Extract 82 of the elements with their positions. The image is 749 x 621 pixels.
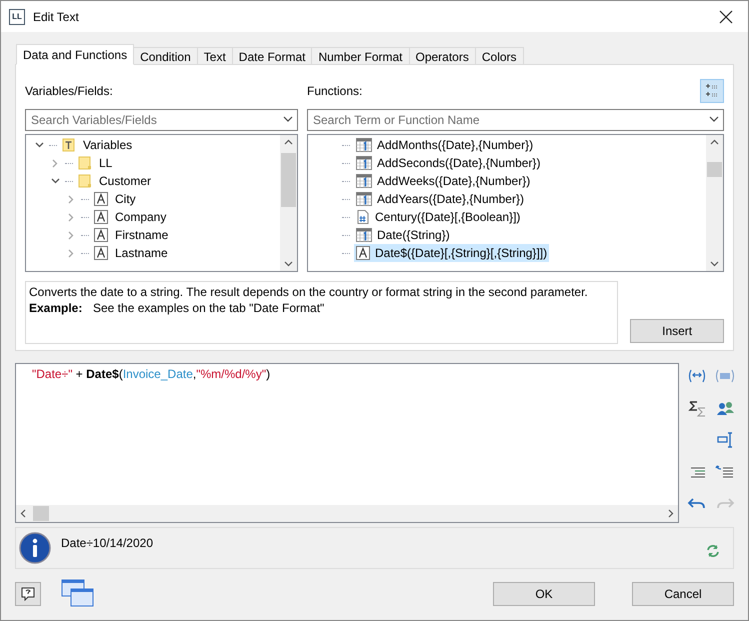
function-item[interactable]: Century({Date}[,{Boolean}]) [354, 208, 522, 226]
text-type-icon [94, 228, 108, 242]
expression-token: "%m/%d/%y" [196, 367, 266, 381]
window-title: Edit Text [33, 8, 80, 26]
scroll-thumb[interactable] [281, 153, 296, 207]
horizontal-scrollbar[interactable] [16, 505, 678, 522]
tree-item[interactable]: City [113, 190, 138, 208]
dropdown-caret-icon[interactable] [283, 116, 293, 122]
expression-token: + [74, 367, 84, 381]
text-type-icon [356, 246, 370, 260]
function-item[interactable]: AddYears({Date},{Number}) [354, 190, 526, 208]
text-type-icon [94, 246, 108, 260]
tab[interactable]: Data and Functions [16, 44, 134, 65]
example-text: See the examples on the tab "Date Format" [93, 300, 324, 316]
calendar-icon [356, 228, 372, 242]
vertical-scrollbar[interactable] [706, 135, 723, 271]
dialog-button[interactable]: Cancel [632, 582, 734, 606]
variables-label: Variables/Fields: [25, 83, 113, 100]
windows-icon[interactable] [61, 579, 95, 609]
text-cursor-icon[interactable] [714, 431, 735, 449]
function-item[interactable]: AddSeconds({Date},{Number}) [354, 154, 542, 172]
scroll-thumb[interactable] [707, 162, 722, 177]
search-field[interactable]: Search Variables/Fields [25, 109, 298, 131]
scroll-up-icon[interactable] [710, 139, 719, 145]
expression-token: ( [118, 367, 123, 381]
number-document-icon [356, 210, 370, 224]
vertical-scrollbar[interactable] [280, 135, 297, 271]
insert-bracket-icon[interactable] [687, 367, 708, 385]
function-item[interactable]: Date({String}) [354, 226, 452, 244]
tree-item[interactable]: Company [113, 208, 168, 226]
scroll-down-icon[interactable] [284, 261, 293, 267]
calendar-icon [356, 174, 372, 188]
text-type-icon [94, 192, 108, 206]
expression-editor[interactable]: "Date÷" + Date$(Invoice_Date,"%m/%d/%y") [15, 363, 680, 523]
folder-icon [78, 156, 92, 170]
tree-item[interactable]: Firstname [113, 226, 170, 244]
expression-token: "Date÷" [32, 367, 72, 381]
refresh-icon[interactable] [706, 544, 720, 558]
description-text: Converts the date to a string. The result depends on the country or format string in the second parameter. [29, 284, 589, 300]
tree-item[interactable]: Variables [81, 136, 134, 154]
calendar-icon [356, 156, 372, 170]
expand-chevron-icon[interactable] [52, 158, 58, 168]
scroll-thumb[interactable] [33, 506, 49, 521]
example-label: Example: [29, 300, 84, 316]
app-logo: LL [9, 8, 25, 24]
functions-label: Functions: [307, 83, 362, 100]
tree-item[interactable]: Customer [97, 172, 154, 190]
dropdown-caret-icon[interactable] [709, 116, 719, 122]
help-button[interactable] [15, 582, 41, 606]
collapse-chevron-icon[interactable] [34, 142, 44, 148]
scroll-down-icon[interactable] [710, 261, 719, 267]
result-text: Date÷10/14/2020 [61, 535, 154, 552]
calendar-icon [356, 192, 372, 206]
sum-icon[interactable] [687, 399, 708, 417]
variables-icon [62, 138, 76, 152]
dialog-button[interactable]: OK [493, 582, 595, 606]
expression-token: Date$ [86, 367, 119, 381]
expression-token: , [192, 367, 196, 381]
tab[interactable]: Operators [408, 47, 476, 65]
expression-token: Invoice_Date [122, 367, 193, 381]
tree-item[interactable]: LL [97, 154, 114, 172]
calendar-icon [356, 138, 372, 152]
text-type-icon [94, 210, 108, 224]
insert-field-icon[interactable] [714, 367, 735, 385]
tree-item[interactable]: Lastname [113, 244, 170, 262]
tree-view-toggle-icon[interactable] [700, 79, 724, 103]
function-item[interactable]: AddMonths({Date},{Number}) [354, 136, 536, 154]
users-icon[interactable] [714, 399, 735, 417]
scroll-right-icon[interactable] [668, 509, 674, 518]
folder-icon [78, 174, 92, 188]
close-icon[interactable] [719, 10, 733, 24]
search-field[interactable]: Search Term or Function Name [307, 109, 724, 131]
help-bubble-icon [21, 587, 35, 601]
insert-button[interactable]: Insert [630, 319, 724, 343]
function-item[interactable]: Date$({Date}[,{String}[,{String}]]) [354, 244, 550, 262]
expression-token: ) [266, 367, 270, 381]
info-icon [19, 532, 51, 564]
scroll-left-icon[interactable] [20, 509, 26, 518]
scroll-up-icon[interactable] [284, 139, 293, 145]
tab[interactable]: Colors [474, 47, 524, 65]
collapse-chevron-icon[interactable] [50, 178, 60, 184]
function-item[interactable]: AddWeeks({Date},{Number}) [354, 172, 532, 190]
